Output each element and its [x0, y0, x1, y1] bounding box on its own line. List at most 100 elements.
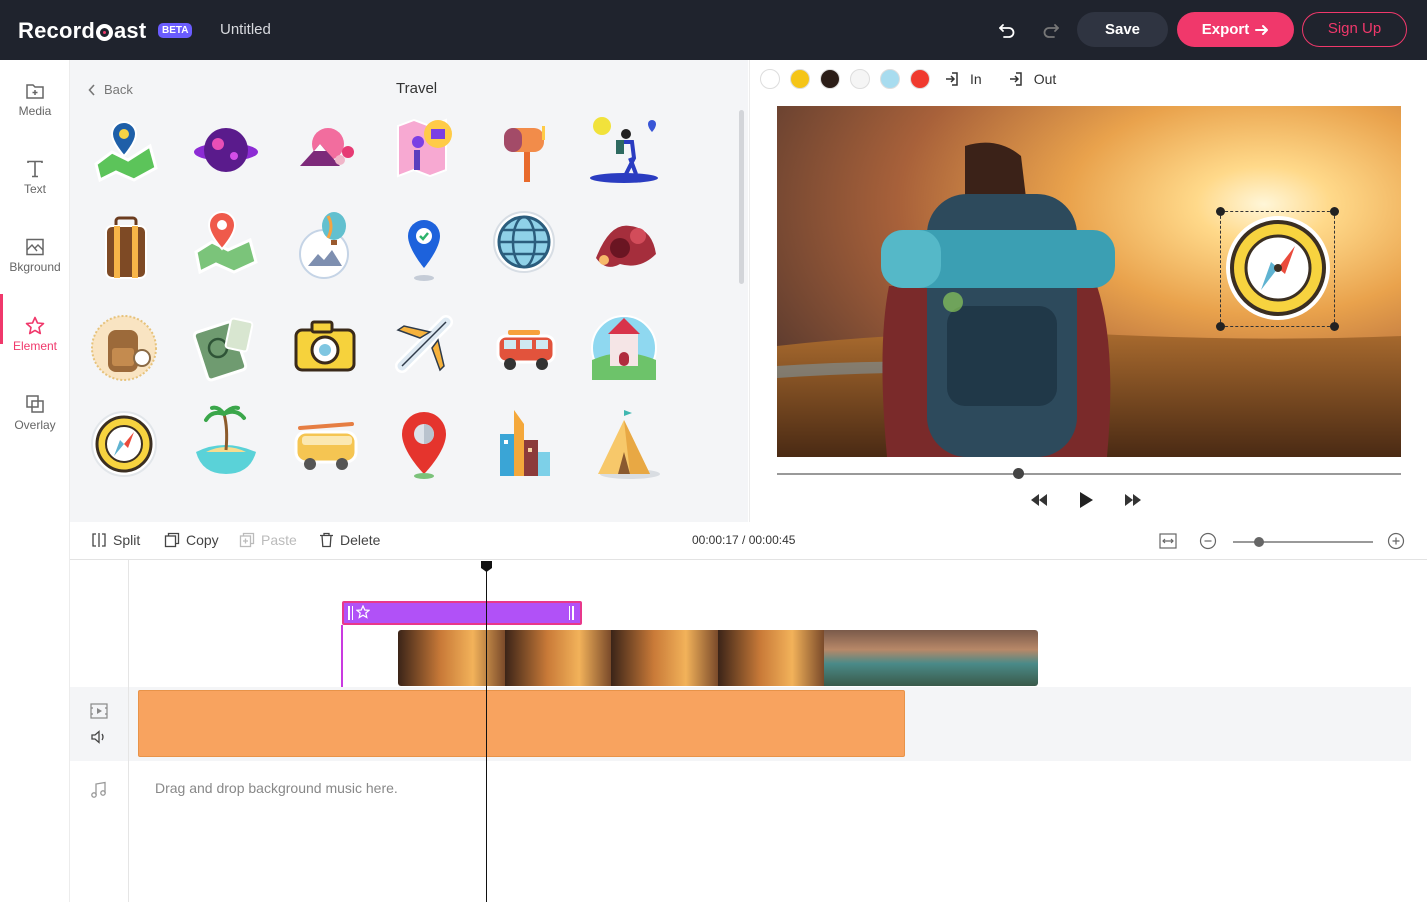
passport-sticker[interactable] [190, 312, 262, 384]
undo-icon[interactable] [997, 20, 1017, 40]
color-swatch-yellow[interactable] [790, 69, 810, 89]
redo-icon[interactable] [1041, 20, 1061, 40]
color-swatches: In Out [760, 67, 1056, 91]
color-swatch-light-blue[interactable] [880, 69, 900, 89]
zoom-slider[interactable] [1233, 537, 1373, 547]
transition-in[interactable]: In [944, 71, 982, 87]
color-swatch-white[interactable] [760, 69, 780, 89]
color-swatch-red[interactable] [910, 69, 930, 89]
export-button[interactable]: Export [1177, 12, 1294, 47]
clip-trim-handle-left-line [352, 606, 353, 620]
video-clip[interactable] [398, 630, 1038, 686]
sidebar-item-text[interactable]: Text [0, 138, 70, 216]
zoom-out-icon[interactable] [1199, 532, 1217, 550]
back-button[interactable]: Back [88, 82, 133, 97]
rewind-icon[interactable] [1030, 493, 1048, 507]
delete-label: Delete [340, 532, 381, 548]
split-button[interactable]: Split [91, 532, 140, 548]
hiker-sticker[interactable] [590, 112, 662, 184]
globe-sticker[interactable] [490, 208, 562, 280]
sign-up-button[interactable]: Sign Up [1302, 12, 1407, 47]
color-swatch-dark-brown[interactable] [820, 69, 840, 89]
document-title[interactable]: Untitled [220, 21, 271, 38]
top-bar: Record ast BETA Untitled Save Export Sign… [0, 0, 1427, 60]
resize-handle[interactable] [1330, 322, 1339, 331]
save-button[interactable]: Save [1077, 12, 1168, 47]
video-thumbnail [824, 630, 931, 686]
transition-out[interactable]: Out [1008, 71, 1057, 87]
left-sidebar: Media Text Bkground Element Overlay [0, 60, 70, 902]
city-towers-sticker[interactable] [490, 404, 562, 476]
panel-scrollbar[interactable] [739, 110, 744, 284]
red-hills-sticker[interactable] [590, 208, 662, 280]
paste-button[interactable]: Paste [239, 532, 297, 548]
play-icon[interactable] [1078, 491, 1094, 509]
zoom-in-icon[interactable] [1387, 532, 1405, 550]
map-location-sticker[interactable] [190, 208, 262, 280]
hot-air-balloon-sticker[interactable] [290, 208, 362, 280]
split-label: Split [113, 532, 141, 548]
video-thumbnail [717, 630, 825, 686]
video-thumbnail [398, 630, 505, 686]
video-preview[interactable] [777, 106, 1401, 457]
mount-fuji-sticker[interactable] [290, 116, 362, 188]
element-clip[interactable] [342, 601, 582, 625]
camper-van-sticker[interactable] [490, 312, 562, 384]
zoom-slider-knob[interactable] [1254, 537, 1264, 547]
red-pin-sticker[interactable] [390, 408, 462, 480]
castle-sticker[interactable] [590, 308, 662, 381]
paste-label: Paste [261, 532, 297, 548]
timeline: Drag and drop background music here. [70, 560, 1427, 902]
sidebar-item-media[interactable]: Media [0, 60, 70, 138]
delete-button[interactable]: Delete [319, 532, 380, 548]
app-logo[interactable]: Record ast [18, 18, 146, 44]
compass-element[interactable] [1221, 212, 1333, 324]
copy-icon [164, 532, 180, 548]
star-icon [356, 605, 370, 619]
map-pin-sticker[interactable] [90, 116, 162, 188]
clip-trim-handle-right[interactable] [572, 606, 574, 620]
mailbox-sticker[interactable] [490, 116, 562, 188]
purple-planet-sticker[interactable] [190, 116, 262, 188]
trash-icon [320, 532, 333, 548]
video-track-icon [90, 703, 108, 719]
background-music-dropzone[interactable]: Drag and drop background music here. [155, 780, 398, 796]
arrow-right-icon [1255, 24, 1269, 35]
resize-handle[interactable] [1216, 207, 1225, 216]
clip-trim-handle-left[interactable] [348, 606, 350, 620]
compass-sticker[interactable] [90, 408, 162, 480]
camera-sticker[interactable] [290, 312, 362, 384]
seek-bar[interactable] [777, 468, 1401, 479]
fit-timeline-icon[interactable] [1159, 532, 1177, 550]
suitcase-sticker[interactable] [90, 212, 162, 284]
fast-forward-icon[interactable] [1124, 493, 1142, 507]
backpack-sticker[interactable] [90, 312, 162, 384]
sidebar-item-overlay[interactable]: Overlay [0, 372, 70, 450]
selected-element-box[interactable] [1216, 207, 1339, 331]
sidebar-item-element[interactable]: Element [0, 294, 70, 372]
seek-knob[interactable] [1013, 468, 1024, 479]
overlay-icon [26, 395, 44, 413]
airplane-sticker[interactable] [390, 308, 462, 380]
resize-handle[interactable] [1216, 322, 1225, 331]
surf-van-sticker[interactable] [290, 412, 362, 484]
checked-location-sticker[interactable] [390, 212, 462, 284]
out-label: Out [1033, 71, 1057, 87]
copy-button[interactable]: Copy [164, 532, 219, 548]
preview-pane: In Out [749, 60, 1427, 522]
sidebar-label: Element [12, 339, 58, 353]
star-icon [25, 316, 45, 335]
tent-sticker[interactable] [590, 408, 662, 480]
clip-trim-handle-right-line [569, 606, 570, 620]
volume-icon[interactable] [90, 729, 108, 745]
text-icon [27, 160, 43, 178]
color-swatch-light-gray[interactable] [850, 69, 870, 89]
sidebar-item-background[interactable]: Bkground [0, 216, 70, 294]
playhead[interactable] [486, 566, 487, 902]
video-thumbnail [504, 630, 612, 686]
city-map-sticker[interactable] [390, 112, 462, 184]
island-sticker[interactable] [190, 404, 262, 476]
sidebar-label: Media [18, 104, 52, 118]
audio-clip[interactable] [138, 690, 905, 757]
resize-handle[interactable] [1330, 207, 1339, 216]
